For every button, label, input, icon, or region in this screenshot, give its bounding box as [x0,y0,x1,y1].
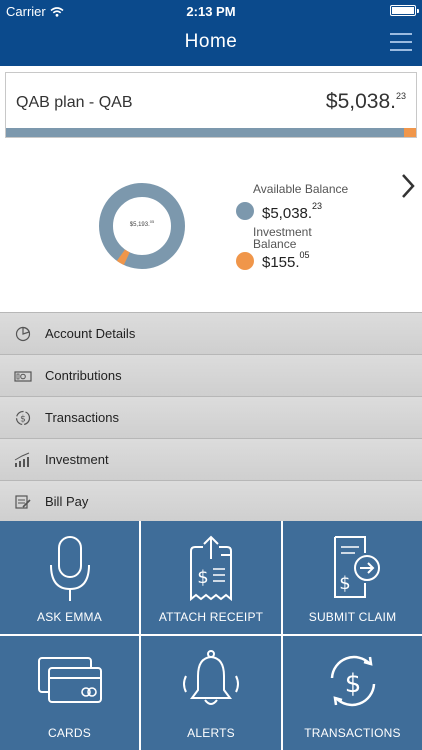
tile-label: TRANSACTIONS [304,726,401,740]
page-title: Home [184,31,238,52]
account-details-icon [15,326,31,342]
investment-balance-amount: $155.05 [262,250,310,271]
balance-progress-bar [6,128,416,137]
svg-text:$: $ [197,567,208,588]
svg-text:$: $ [20,415,26,425]
submit-claim-icon: $ [333,536,380,598]
transactions-icon: $ [15,410,31,426]
investment-icon [14,452,30,467]
menu-list: Account Details Contributions $ Transact… [0,312,422,522]
investment-arc [116,249,130,265]
tile-label: ALERTS [187,726,235,740]
donut-total: $5,193.05 [129,219,155,228]
ask-emma-tile[interactable]: ASK EMMA [0,521,139,634]
microphone-icon [49,536,90,601]
tile-label: ATTACH RECEIPT [158,610,264,624]
menu-item-investment[interactable]: Investment [0,438,422,480]
alerts-tile[interactable]: ALERTS [141,636,281,750]
chevron-right-icon[interactable] [400,173,416,199]
bill-pay-icon [15,495,31,509]
investment-progress-fill [403,128,416,137]
menu-item-label: Investment [45,452,109,467]
available-balance-label: Available Balance [253,182,349,196]
menu-item-label: Contributions [45,368,122,383]
plan-card[interactable]: QAB plan - QAB $5,038.23 [5,72,417,138]
svg-text:$: $ [344,669,361,699]
hamburger-icon[interactable] [390,33,412,51]
menu-item-label: Account Details [45,326,136,341]
menu-item-bill-pay[interactable]: Bill Pay [0,480,422,522]
transactions-tile[interactable]: $ TRANSACTIONS [283,636,422,750]
tile-label: CARDS [47,726,91,740]
clock: 2:13 PM [186,4,236,19]
menu-item-label: Bill Pay [45,494,89,509]
investment-balance-label: Investment Balance [253,225,312,251]
available-balance-amount: $5,038.23 [262,201,323,222]
menu-item-transactions[interactable]: $ Transactions [0,396,422,438]
plan-balance: $5,038.23 [325,90,406,113]
dollar-cycle-icon: $ [330,655,375,707]
cards-tile[interactable]: CARDS [0,636,139,750]
menu-item-account-details[interactable]: Account Details [0,312,422,354]
menu-item-contributions[interactable]: Contributions [0,354,422,396]
action-tiles: ASK EMMA $ ATTACH RECEIPT $ SUBMIT CLAIM [0,521,422,750]
card-icon [37,657,102,703]
receipt-icon: $ [190,535,232,602]
attach-receipt-tile[interactable]: $ ATTACH RECEIPT [141,521,281,634]
plan-name: QAB plan - QAB [16,94,133,111]
tile-label: SUBMIT CLAIM [308,610,397,624]
submit-claim-tile[interactable]: $ SUBMIT CLAIM [283,521,422,634]
top-bar: Carrier 2:13 PM Home [0,0,422,66]
investment-legend-dot [236,252,254,270]
contributions-icon [14,371,32,382]
bell-icon [183,650,239,705]
svg-text:$: $ [339,573,350,594]
status-bar: Carrier 2:13 PM [0,0,422,22]
available-legend-dot [236,202,254,220]
tile-label: ASK EMMA [37,610,102,624]
menu-item-label: Transactions [45,410,119,425]
battery-icon [390,5,419,16]
